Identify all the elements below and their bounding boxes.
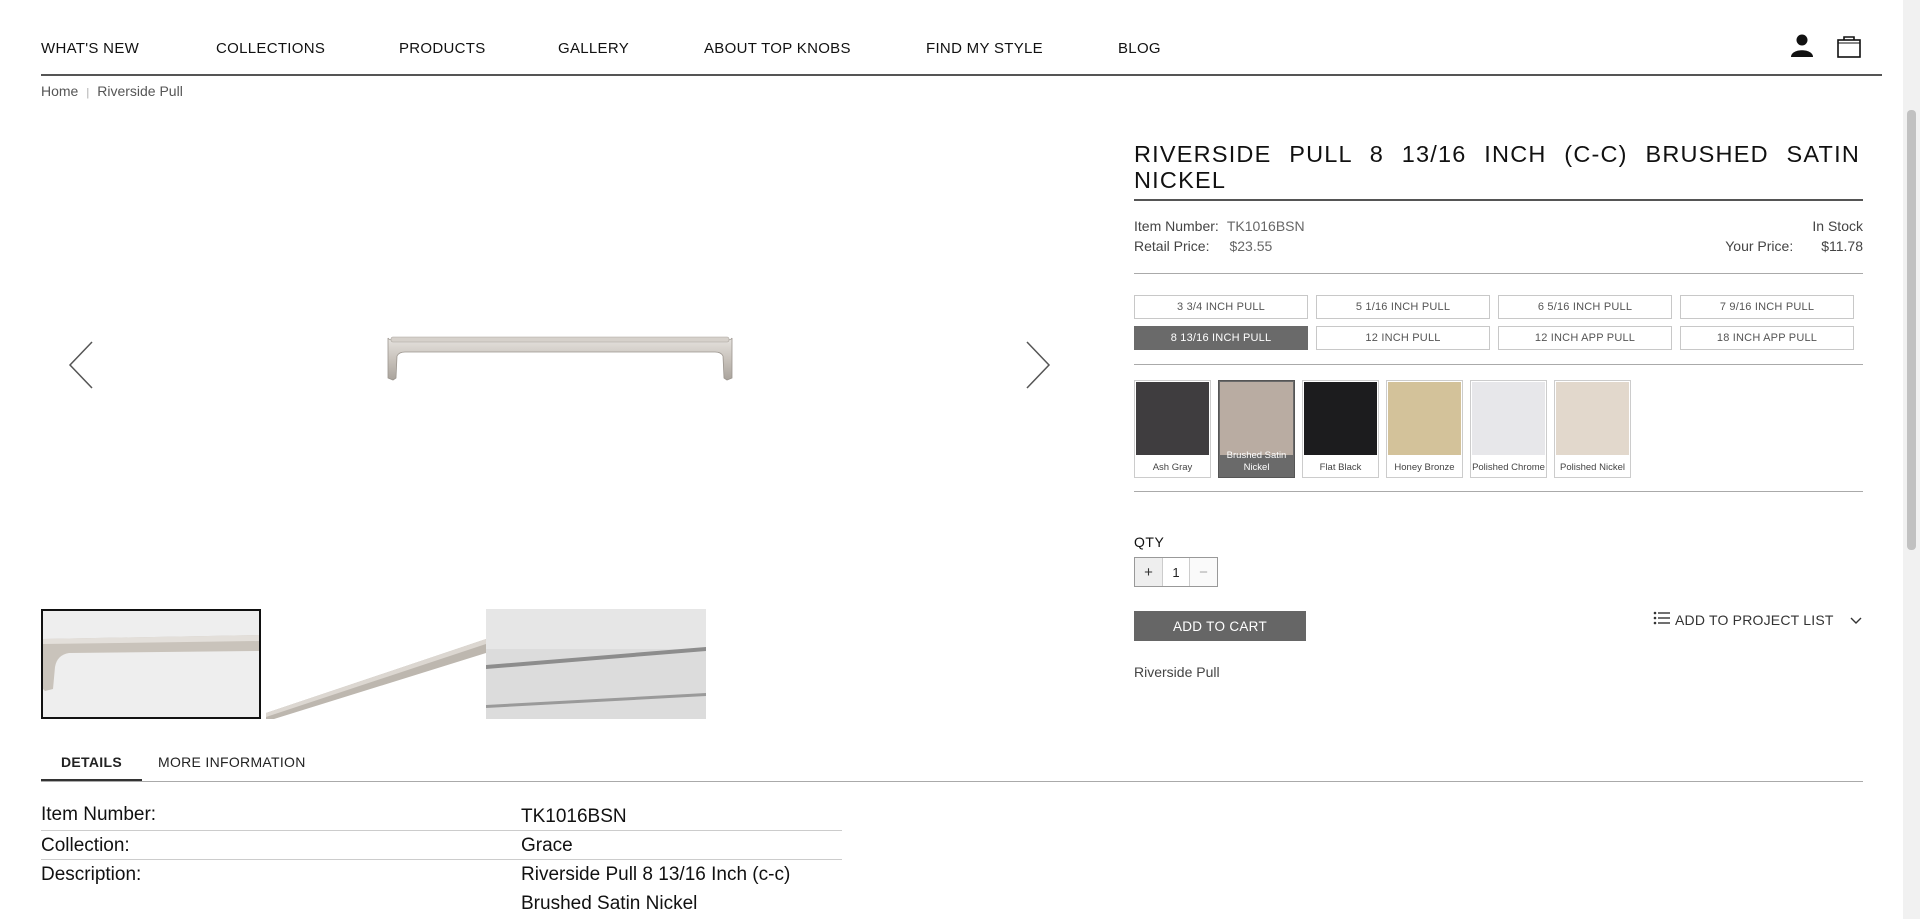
- swatch-label: Polished Nickel: [1560, 462, 1625, 473]
- details-row: Collection: Grace: [41, 831, 842, 860]
- add-to-project-label: ADD TO PROJECT LIST: [1675, 611, 1834, 628]
- top-navigation: WHAT'S NEW COLLECTIONS PRODUCTS GALLERY …: [41, 0, 1882, 76]
- details-value: Riverside Pull 8 13/16 Inch (c-c) Brushe…: [521, 860, 790, 918]
- list-icon: [1653, 611, 1671, 628]
- finish-swatch-ash-gray[interactable]: Ash Gray: [1134, 380, 1211, 478]
- your-price-row: Your Price: $11.78: [1725, 238, 1863, 254]
- nav-about[interactable]: ABOUT TOP KNOBS: [704, 40, 851, 57]
- details-value-line2: Brushed Satin Nickel: [521, 893, 698, 914]
- size-option[interactable]: 5 1/16 INCH PULL: [1316, 295, 1490, 319]
- retail-price-value: $23.55: [1229, 238, 1273, 254]
- chevron-right-icon[interactable]: [1023, 340, 1053, 390]
- swatch-color: [1472, 382, 1545, 455]
- finish-swatch-polished-nickel[interactable]: Polished Nickel: [1554, 380, 1631, 478]
- nav-whats-new[interactable]: WHAT'S NEW: [41, 40, 139, 57]
- scrollbar-thumb[interactable]: [1907, 110, 1916, 550]
- swatch-label: Ash Gray: [1152, 462, 1193, 473]
- divider: [1134, 364, 1863, 365]
- details-row: Description: Riverside Pull 8 13/16 Inch…: [41, 860, 842, 919]
- finish-swatch-brushed-satin-nickel[interactable]: Brushed Satin Nickel: [1218, 380, 1295, 478]
- swatch-label: Brushed Satin Nickel: [1226, 450, 1287, 473]
- details-value-line1: Riverside Pull 8 13/16 Inch (c-c): [521, 864, 791, 885]
- size-option[interactable]: 12 INCH PULL: [1316, 326, 1490, 350]
- thumbnail-1[interactable]: [41, 609, 261, 719]
- details-key: Item Number:: [41, 804, 157, 825]
- item-number-row: Item Number: TK1016BSN: [1134, 218, 1305, 234]
- qty-input[interactable]: [1162, 558, 1190, 586]
- nav-blog[interactable]: BLOG: [1118, 40, 1161, 57]
- product-title: RIVERSIDE PULL 8 13/16 INCH (C-C) BRUSHE…: [1134, 141, 1860, 193]
- size-option[interactable]: 3 3/4 INCH PULL: [1134, 295, 1308, 319]
- breadcrumb-current[interactable]: Riverside Pull: [97, 83, 183, 99]
- size-option-selected[interactable]: 8 13/16 INCH PULL: [1134, 326, 1308, 350]
- vertical-scrollbar[interactable]: [1903, 0, 1920, 919]
- swatch-label: Flat Black: [1319, 462, 1362, 473]
- breadcrumb-home[interactable]: Home: [41, 83, 78, 99]
- details-value: Grace: [521, 835, 573, 856]
- size-option[interactable]: 7 9/16 INCH PULL: [1680, 295, 1854, 319]
- user-icon[interactable]: [1789, 32, 1815, 58]
- swatch-color: [1556, 382, 1629, 455]
- size-option[interactable]: 12 INCH APP PULL: [1498, 326, 1672, 350]
- product-main-image: [385, 330, 735, 390]
- details-value: TK1016BSN: [521, 806, 627, 827]
- details-key: Description:: [41, 864, 142, 885]
- shopping-bag-icon[interactable]: [1836, 33, 1862, 59]
- details-key: Collection:: [41, 835, 130, 856]
- thumbnail-3[interactable]: [486, 609, 706, 719]
- qty-label: QTY: [1134, 534, 1165, 550]
- qty-decrease-button[interactable]: −: [1190, 558, 1217, 586]
- swatch-color: [1304, 382, 1377, 455]
- stock-status: In Stock: [1812, 218, 1863, 234]
- swatch-label: Honey Bronze: [1394, 462, 1455, 473]
- chevron-left-icon[interactable]: [66, 340, 96, 390]
- tab-details[interactable]: DETAILS: [41, 754, 142, 781]
- size-option[interactable]: 6 5/16 INCH PULL: [1498, 295, 1672, 319]
- divider: [1134, 491, 1863, 492]
- retail-price-label: Retail Price:: [1134, 238, 1210, 254]
- swatch-color: [1388, 382, 1461, 455]
- thumbnail-2[interactable]: [266, 609, 486, 719]
- qty-increase-button[interactable]: +: [1135, 558, 1162, 586]
- swatch-color: [1136, 382, 1209, 455]
- swatch-label: Polished Chrome: [1472, 462, 1545, 473]
- tab-more-information[interactable]: MORE INFORMATION: [158, 754, 306, 770]
- nav-products[interactable]: PRODUCTS: [399, 40, 486, 57]
- details-table: Item Number: TK1016BSN Collection: Grace…: [41, 800, 842, 919]
- breadcrumb-separator: |: [86, 87, 90, 99]
- product-tabs: DETAILS MORE INFORMATION: [41, 745, 1863, 782]
- details-row: Item Number: TK1016BSN: [41, 800, 842, 831]
- your-price-value: $11.78: [1821, 238, 1863, 254]
- nav-gallery[interactable]: GALLERY: [558, 40, 629, 57]
- swatch-color: [1220, 382, 1293, 455]
- finish-swatch-polished-chrome[interactable]: Polished Chrome: [1470, 380, 1547, 478]
- finish-swatch-honey-bronze[interactable]: Honey Bronze: [1386, 380, 1463, 478]
- item-number-label: Item Number:: [1134, 218, 1219, 234]
- nav-collections[interactable]: COLLECTIONS: [216, 40, 325, 57]
- finish-swatch-flat-black[interactable]: Flat Black: [1302, 380, 1379, 478]
- divider: [1134, 273, 1863, 274]
- add-to-cart-button[interactable]: ADD TO CART: [1134, 611, 1306, 641]
- nav-find-my-style[interactable]: FIND MY STYLE: [926, 40, 1043, 57]
- title-divider: [1134, 199, 1863, 201]
- item-number-value: TK1016BSN: [1226, 218, 1305, 234]
- breadcrumb: Home | Riverside Pull: [41, 83, 183, 99]
- collection-link[interactable]: Riverside Pull: [1134, 664, 1220, 680]
- size-option[interactable]: 18 INCH APP PULL: [1680, 326, 1854, 350]
- chevron-down-icon: [1850, 612, 1862, 628]
- add-to-project-list-button[interactable]: ADD TO PROJECT LIST: [1653, 611, 1862, 628]
- retail-price-row: Retail Price: $23.55: [1134, 238, 1272, 254]
- your-price-label: Your Price:: [1725, 238, 1794, 254]
- quantity-stepper: + −: [1134, 557, 1218, 587]
